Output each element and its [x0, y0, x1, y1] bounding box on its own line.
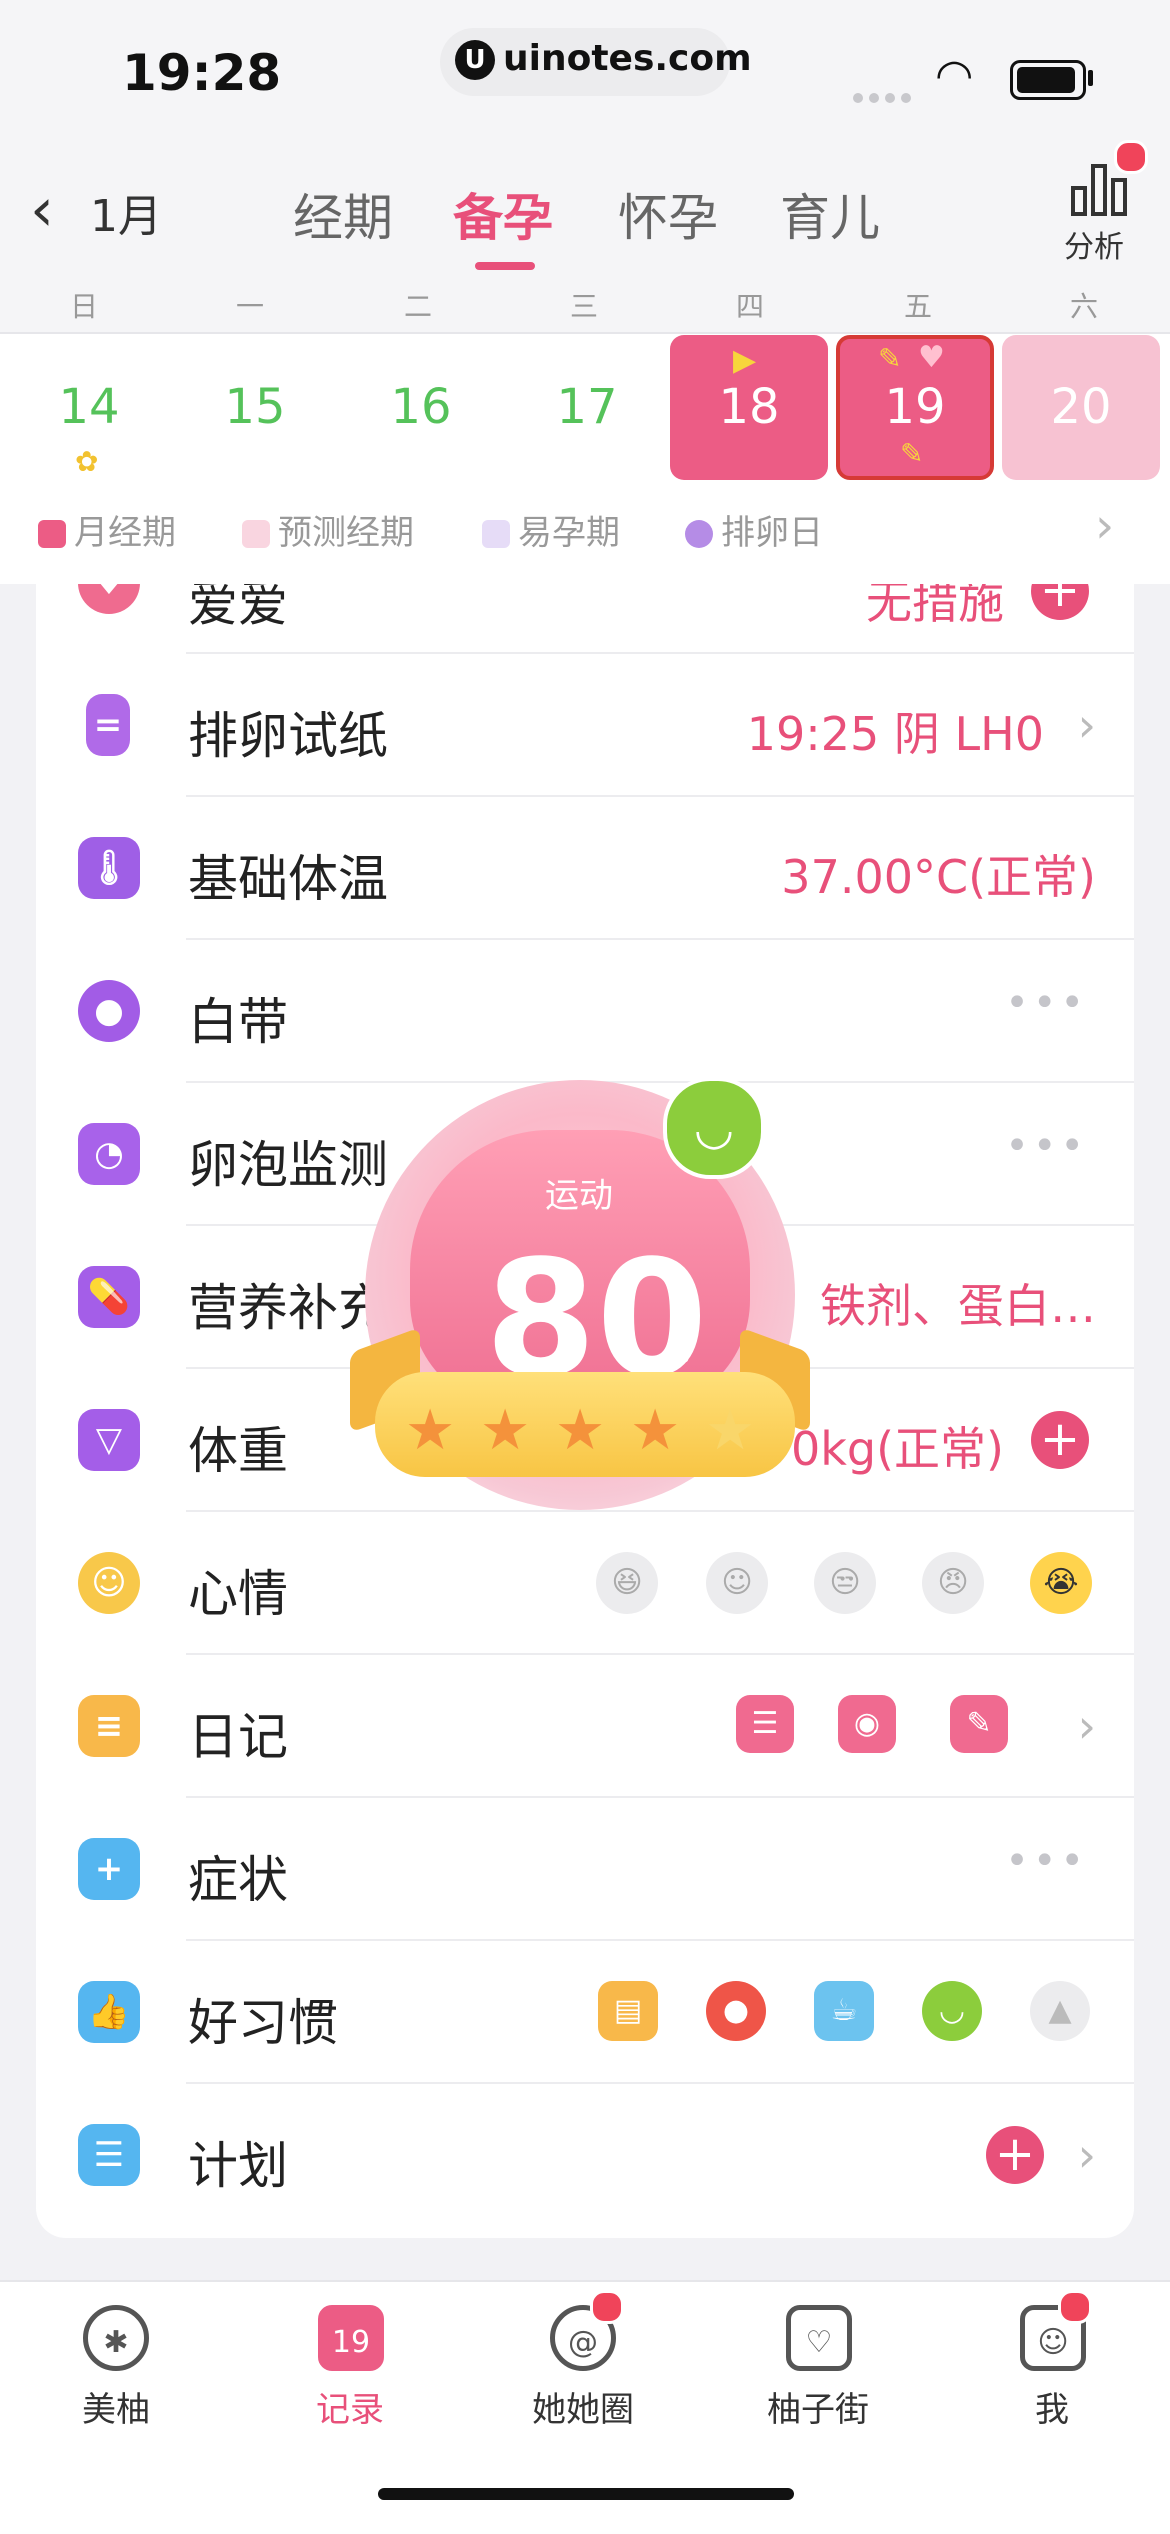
- pill-icon: 💊: [78, 1266, 140, 1328]
- legend-period: 月经期: [38, 505, 176, 554]
- score-title: 运动: [545, 1176, 613, 1216]
- site-logo-icon: U: [455, 40, 495, 80]
- row-habit[interactable]: 👍 好习惯 ▤ ● ☕ ◡ ▲: [36, 1941, 1134, 2084]
- row-temperature[interactable]: 🌡 基础体温 37.00°C(正常): [36, 797, 1134, 940]
- more-dots-icon: •••: [1005, 1123, 1088, 1169]
- thumbs-up-icon: 👍: [78, 1981, 140, 2043]
- row-ovulation-test[interactable]: = 排卵试纸 19:25 阴 LH0 ›: [36, 654, 1134, 797]
- grapefruit-icon[interactable]: ✱: [83, 2305, 149, 2371]
- star-icon: ★: [630, 1398, 681, 1463]
- weekday-sat: 六: [1069, 290, 1098, 323]
- add-weight-icon[interactable]: +: [1031, 1411, 1089, 1469]
- mood-cry-icon[interactable]: 😭: [1030, 1552, 1092, 1614]
- row-discharge[interactable]: ● 白带 •••: [36, 940, 1134, 1083]
- more-dots-icon: •••: [1005, 980, 1088, 1026]
- tennis-ball-icon: ◡: [663, 1077, 765, 1179]
- habit-poop-icon[interactable]: ▲: [1030, 1981, 1090, 2041]
- calendar-day-predicted[interactable]: 20: [1002, 335, 1160, 480]
- calendar-list-icon: ☰: [78, 2124, 140, 2186]
- active-tab-indicator: [475, 262, 535, 270]
- weekday-sun: 日: [69, 290, 98, 323]
- nav-record[interactable]: 记录: [270, 2382, 430, 2431]
- habit-tennis-icon[interactable]: ◡: [922, 1981, 982, 2041]
- signal-icon: [853, 88, 917, 107]
- notification-dot: [1114, 140, 1148, 174]
- battery-icon: [1010, 60, 1086, 100]
- habit-cup-icon[interactable]: ☕: [814, 1981, 874, 2041]
- legend-fertile: 易孕期: [482, 505, 620, 554]
- star-icon: ★: [480, 1398, 531, 1463]
- weekday-tue: 二: [403, 290, 432, 323]
- row-love[interactable]: ♥ 爱爱 无措施 +: [36, 582, 1134, 654]
- test-strip-icon: =: [86, 694, 130, 756]
- legend-ovulation: 排卵日: [685, 505, 823, 554]
- calendar-day[interactable]: 17: [508, 335, 666, 480]
- edit-icon[interactable]: ✎: [950, 1695, 1008, 1753]
- drop-icon: ●: [78, 980, 140, 1042]
- mood-happy-icon[interactable]: ☺: [706, 1552, 768, 1614]
- flower-icon: ✿: [75, 445, 99, 478]
- thermometer-icon: 🌡: [78, 837, 140, 899]
- chevron-right-icon: ›: [1077, 1699, 1096, 1753]
- diary-list-icon[interactable]: ☰: [736, 1695, 794, 1753]
- calendar-day[interactable]: 16: [342, 335, 500, 480]
- heart-icon: ♥: [918, 340, 945, 375]
- url-text: uinotes.com: [503, 38, 752, 79]
- weekday-mon: 一: [235, 290, 264, 323]
- weekday-wed: 三: [569, 290, 598, 323]
- weekday-fri: 五: [903, 290, 932, 323]
- nav-me[interactable]: 我: [972, 2382, 1132, 2431]
- mood-laugh-icon[interactable]: 😆: [596, 1552, 658, 1614]
- pencil-icon: ✎: [900, 437, 924, 470]
- top-header: [0, 150, 1170, 280]
- nav-shop[interactable]: 柚子街: [738, 2382, 898, 2431]
- scale-icon: ▽: [78, 1409, 140, 1471]
- medical-kit-icon: +: [78, 1838, 140, 1900]
- more-dots-icon: •••: [1005, 1838, 1088, 1884]
- habit-bread-icon[interactable]: ▤: [598, 1981, 658, 2041]
- nav-meiyou[interactable]: 美柚: [36, 2382, 196, 2431]
- mood-angry-icon[interactable]: 😠: [922, 1552, 984, 1614]
- weekday-thu: 四: [735, 290, 764, 323]
- wifi-icon: ◠: [935, 50, 974, 101]
- score-unit: 分: [665, 1333, 695, 1368]
- row-plan[interactable]: ☰ 计划 + ›: [36, 2084, 1134, 2227]
- row-diary[interactable]: ≡ 日记 ☰ ◉ ✎ ›: [36, 1655, 1134, 1798]
- period-start-icon: ▶: [733, 343, 757, 378]
- star-icon: ★: [405, 1398, 456, 1463]
- habit-apple-icon[interactable]: ●: [706, 1981, 766, 2041]
- nav-community[interactable]: 她她圈: [503, 2382, 663, 2431]
- tab-period[interactable]: 经期: [293, 178, 393, 250]
- row-mood[interactable]: ☺ 心情 😆 ☺ 😒 😠 😭: [36, 1512, 1134, 1655]
- tab-pregnancy[interactable]: 怀孕: [618, 178, 718, 250]
- tab-parenting[interactable]: 育儿: [780, 178, 880, 250]
- shopping-bag-icon[interactable]: ♡: [786, 2305, 852, 2371]
- love-icon: ♥: [78, 582, 140, 614]
- home-indicator: [378, 2488, 794, 2500]
- ultrasound-icon: ◔: [78, 1123, 140, 1185]
- add-plan-icon[interactable]: +: [986, 2126, 1044, 2184]
- smile-icon: ☺: [78, 1552, 140, 1614]
- notification-dot: [590, 2290, 624, 2324]
- camera-icon[interactable]: ◉: [838, 1695, 896, 1753]
- add-love-icon[interactable]: +: [1031, 582, 1089, 620]
- analysis-label: 分析: [1064, 230, 1124, 265]
- chevron-right-icon: ›: [1077, 2128, 1096, 2182]
- tab-conception[interactable]: 备孕: [453, 178, 553, 250]
- chevron-right-icon: ›: [1077, 698, 1096, 752]
- notification-dot: [1058, 2290, 1092, 2324]
- record-calendar-icon[interactable]: 19: [318, 2305, 384, 2371]
- back-chevron-icon[interactable]: ‹: [30, 175, 54, 245]
- status-time: 19:28: [122, 44, 282, 102]
- month-label[interactable]: 1月: [90, 180, 162, 244]
- notebook-icon: ≡: [78, 1695, 140, 1757]
- mood-meh-icon[interactable]: 😒: [814, 1552, 876, 1614]
- legend-predicted: 预测经期: [242, 505, 414, 554]
- star-icon: ★: [705, 1398, 756, 1463]
- legend-more-chevron-icon[interactable]: ›: [1095, 498, 1114, 554]
- calendar-day[interactable]: 15: [176, 335, 334, 480]
- row-symptom[interactable]: + 症状 •••: [36, 1798, 1134, 1941]
- star-icon: ★: [555, 1398, 606, 1463]
- pencil-icon: ✎: [878, 342, 902, 375]
